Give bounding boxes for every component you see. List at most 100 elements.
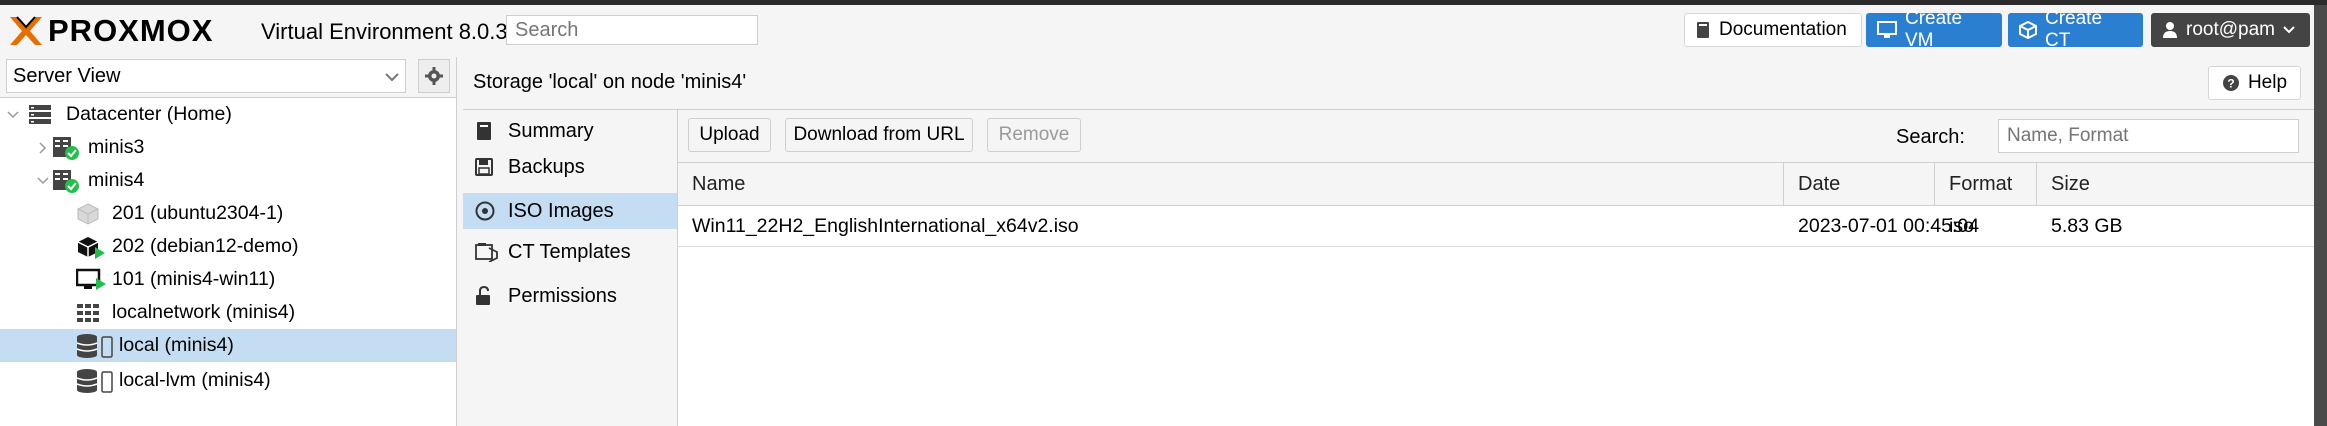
- unlock-icon: [475, 286, 493, 306]
- submenu-iso-images[interactable]: ISO Images: [463, 193, 677, 229]
- tree-item-label: local (minis4): [119, 334, 234, 356]
- floppy-icon: [475, 158, 493, 176]
- column-label: Format: [1949, 172, 2013, 195]
- tree-settings-button[interactable]: [418, 59, 450, 93]
- sdn-grid-icon: [76, 303, 100, 323]
- tree-item-label: Datacenter (Home): [66, 103, 232, 125]
- cell-name: Win11_22H2_EnglishInternational_x64v2.is…: [692, 214, 1079, 237]
- download-from-url-button[interactable]: Download from URL: [785, 118, 973, 152]
- node-online-icon: [52, 168, 80, 194]
- tree-item-label: minis3: [88, 136, 145, 158]
- top-header: PROXMOX Virtual Environment 8.0.3 Docume…: [0, 5, 2314, 57]
- tree-item-ct-201[interactable]: 201 (ubuntu2304-1): [0, 197, 456, 230]
- book-icon: [475, 121, 493, 141]
- submenu-label: Backups: [508, 155, 585, 178]
- tree-item-label: localnetwork (minis4): [112, 301, 296, 323]
- cell-date: 2023-07-01 00:45:04: [1798, 214, 1980, 237]
- create-vm-label: Create VM: [1905, 8, 1963, 51]
- question-icon: ?: [2222, 74, 2240, 92]
- iso-images-content: Upload Download from URL Remove Search: …: [678, 110, 2314, 426]
- chevron-down-icon: [385, 65, 399, 88]
- chevron-down-icon[interactable]: [36, 176, 50, 185]
- upload-label: Upload: [699, 124, 760, 145]
- tree-item-label: minis4: [88, 169, 145, 191]
- tree-item-minis3[interactable]: minis3: [0, 131, 456, 164]
- proxmox-x-icon: [10, 16, 42, 45]
- help-button[interactable]: ? Help: [2208, 66, 2301, 100]
- remove-button[interactable]: Remove: [987, 118, 1081, 152]
- submenu-ct-templates[interactable]: CT Templates: [463, 234, 677, 270]
- panel-title-bar: Storage 'local' on node 'minis4' ? Help: [463, 57, 2314, 110]
- vm-running-icon: [76, 268, 108, 292]
- submenu-label: CT Templates: [508, 240, 631, 263]
- submenu-label: Permissions: [508, 284, 617, 307]
- tree-item-vm-101[interactable]: 101 (minis4-win11): [0, 263, 456, 296]
- proxmox-logo: PROXMOX: [8, 13, 214, 48]
- create-ct-label: Create CT: [2045, 8, 2103, 51]
- search-label: Search:: [1896, 126, 1965, 148]
- ct-running-icon: [76, 235, 106, 259]
- submenu-summary[interactable]: Summary: [463, 113, 677, 149]
- iso-toolbar: Upload Download from URL Remove Search:: [678, 110, 2314, 163]
- window-edge: [2314, 5, 2327, 426]
- tree-item-label: 101 (minis4-win11): [112, 268, 276, 290]
- chevron-right-icon[interactable]: [36, 141, 50, 154]
- version-text: Virtual Environment 8.0.3: [261, 19, 508, 44]
- tree-item-local-lvm[interactable]: local-lvm (minis4): [0, 364, 456, 397]
- create-vm-button[interactable]: Create VM: [1866, 8, 2002, 51]
- submenu-label: Summary: [508, 119, 594, 142]
- tree-item-label: 201 (ubuntu2304-1): [112, 202, 284, 224]
- node-online-icon: [52, 135, 80, 161]
- template-icon: [475, 242, 499, 262]
- tree-item-label: local-lvm (minis4): [119, 369, 271, 391]
- create-ct-button[interactable]: Create CT: [2008, 8, 2143, 51]
- tree-item-label: 202 (debian12-demo): [112, 235, 299, 257]
- storage-icon: [76, 333, 114, 359]
- submenu-backups[interactable]: Backups: [463, 149, 677, 185]
- tree-item-minis4[interactable]: minis4: [0, 164, 456, 197]
- column-header-format[interactable]: Format: [1935, 163, 2037, 205]
- storage-panel: Storage 'local' on node 'minis4' ? Help …: [463, 57, 2314, 426]
- ct-stopped-icon: [76, 202, 100, 226]
- tree-item-localnetwork[interactable]: localnetwork (minis4): [0, 296, 456, 329]
- column-header-date[interactable]: Date: [1784, 163, 1935, 205]
- submenu-label: ISO Images: [508, 199, 614, 222]
- storage-submenu: Summary Backups ISO Images CT Templates …: [463, 110, 678, 426]
- table-row[interactable]: Win11_22H2_EnglishInternational_x64v2.is…: [678, 206, 2314, 247]
- tree-item-datacenter[interactable]: Datacenter (Home): [0, 98, 456, 131]
- datacenter-icon: [28, 104, 52, 126]
- submenu-permissions[interactable]: Permissions: [463, 278, 677, 314]
- view-selector[interactable]: Server View: [6, 59, 406, 93]
- cell-size: 5.83 GB: [2051, 214, 2123, 237]
- cube-icon: [2019, 21, 2037, 39]
- tree-item-local[interactable]: local (minis4): [0, 329, 456, 362]
- disc-icon: [475, 201, 495, 221]
- column-label: Size: [2051, 172, 2090, 195]
- resource-tree-panel: Server View Datacenter (Home) minis3 min…: [0, 57, 457, 426]
- column-header-size[interactable]: Size: [2037, 163, 2314, 205]
- cell-format: iso: [1949, 214, 1974, 237]
- user-label: root@pam: [2186, 19, 2275, 40]
- column-header-name[interactable]: Name: [678, 163, 1784, 205]
- user-menu-button[interactable]: root@pam: [2151, 13, 2310, 47]
- tree-item-ct-202[interactable]: 202 (debian12-demo): [0, 230, 456, 263]
- global-search-input[interactable]: [506, 15, 758, 45]
- svg-text:?: ?: [2227, 77, 2234, 91]
- help-label: Help: [2247, 72, 2288, 93]
- user-icon: [2162, 21, 2178, 39]
- documentation-button[interactable]: Documentation: [1684, 13, 1862, 47]
- page-title: Storage 'local' on node 'minis4': [473, 71, 747, 93]
- storage-icon: [76, 368, 114, 394]
- upload-button[interactable]: Upload: [688, 118, 771, 152]
- product-name: PROXMOX: [48, 13, 214, 48]
- monitor-icon: [1877, 21, 1897, 39]
- documentation-label: Documentation: [1719, 19, 1847, 40]
- iso-search-input[interactable]: [1998, 119, 2299, 153]
- gear-icon: [425, 67, 443, 85]
- column-label: Date: [1798, 172, 1841, 195]
- table-header: Name Date Format Size: [678, 163, 2314, 206]
- view-selector-bar: Server View: [0, 57, 456, 98]
- book-icon: [1695, 21, 1711, 39]
- chevron-down-icon[interactable]: [6, 110, 20, 119]
- column-label: Name: [692, 172, 746, 195]
